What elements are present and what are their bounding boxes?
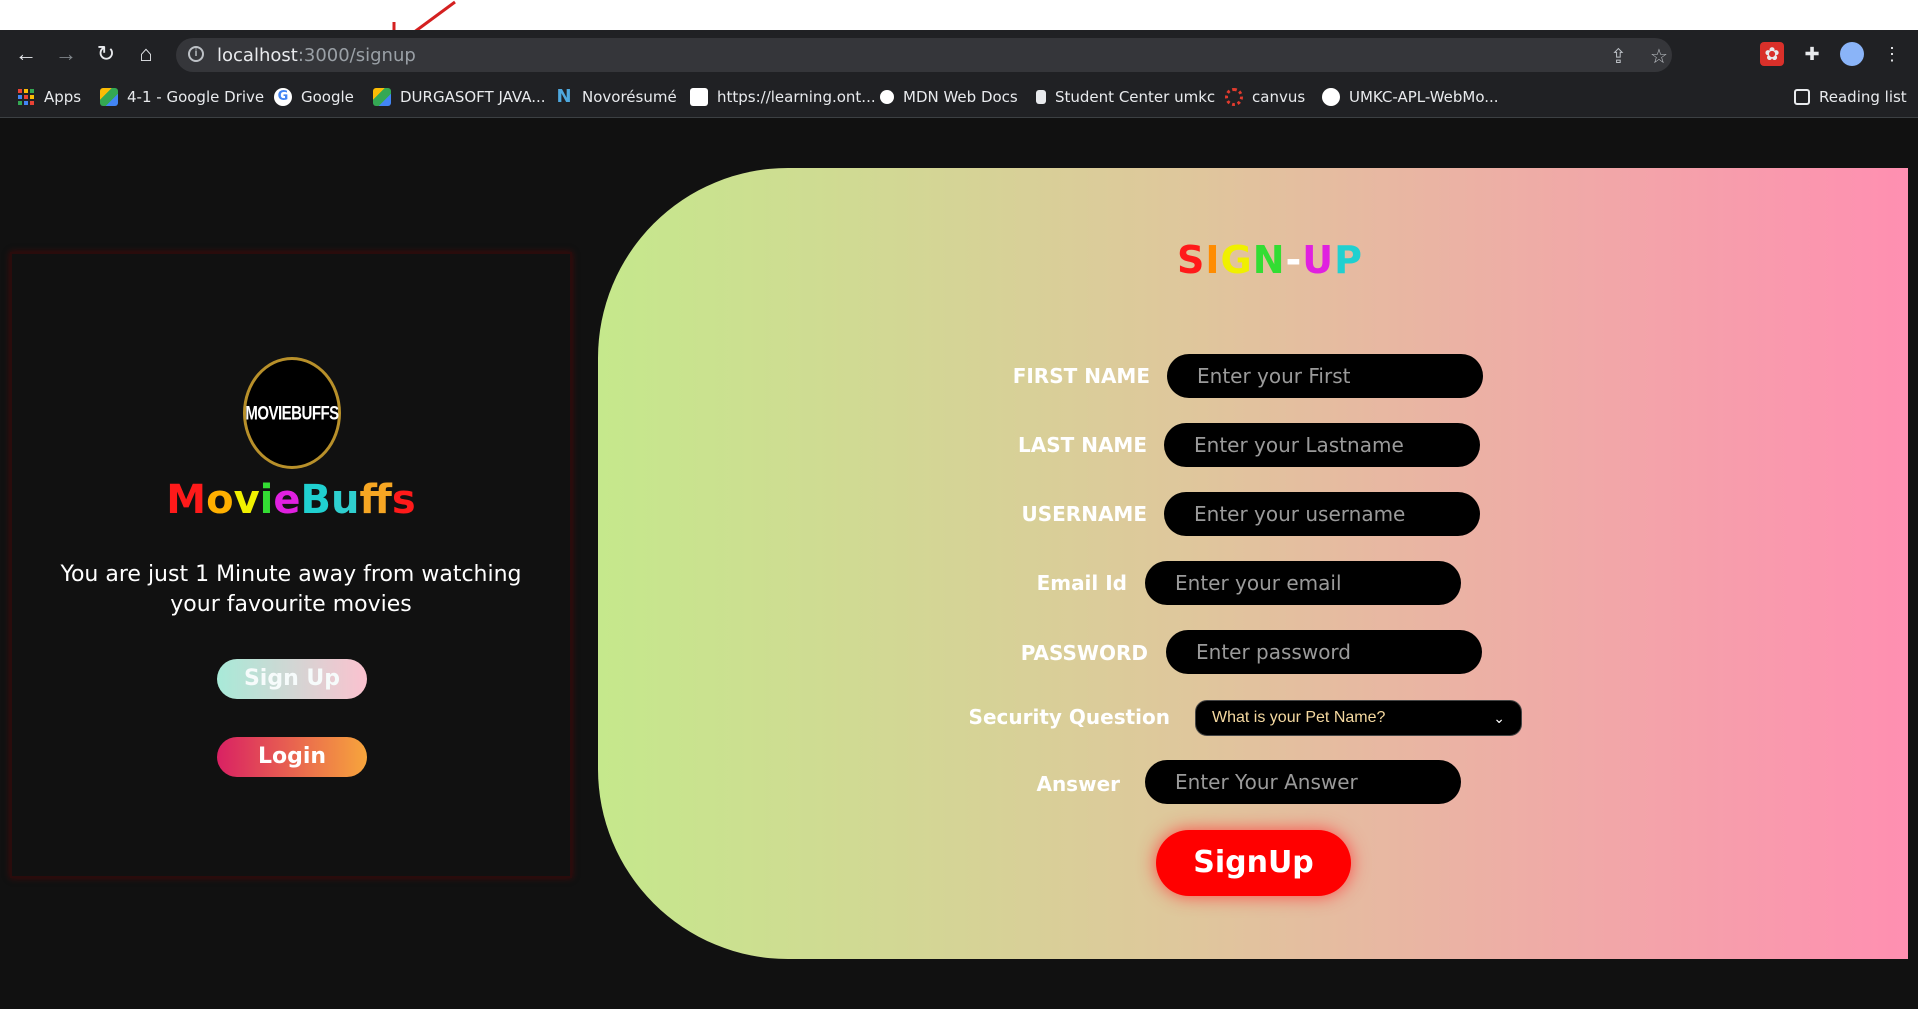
first-name-input[interactable]	[1167, 354, 1483, 398]
back-icon[interactable]: ←	[12, 40, 40, 68]
reading-list[interactable]: Reading list	[1794, 87, 1907, 107]
moviebuffs-logo: MOVIEBUFFS	[243, 357, 341, 469]
drive-icon	[100, 88, 118, 106]
username-label: USERNAME	[1021, 502, 1148, 526]
answer-input[interactable]	[1145, 760, 1461, 804]
profile-avatar[interactable]	[1840, 42, 1864, 66]
drive-icon	[373, 88, 391, 106]
email-input[interactable]	[1145, 561, 1461, 605]
bookmark-star-icon[interactable]: ☆	[1650, 44, 1668, 69]
bookmark-learning[interactable]: https://learning.ont...	[690, 87, 876, 107]
brand-title: MovieBuffs	[0, 477, 582, 523]
signup-submit-button[interactable]: SignUp	[1156, 830, 1351, 896]
title-letter: P	[1334, 238, 1364, 282]
novoresume-icon: N	[556, 86, 572, 107]
signup-nav-button[interactable]: Sign Up	[217, 659, 367, 699]
bookmark-mdn[interactable]: MDN Web Docs	[880, 87, 1018, 107]
page-icon	[1036, 90, 1046, 104]
bookmark-durgasoft[interactable]: DURGASOFT JAVA...	[373, 87, 546, 107]
brand-letter: u	[331, 477, 360, 523]
security-question-label: Security Question	[968, 705, 1170, 729]
extensions-puzzle-icon[interactable]: ✚	[1800, 42, 1824, 66]
brand-letter: B	[300, 477, 332, 523]
address-bar[interactable]: i localhost:3000/signup ⇪ ☆	[176, 38, 1672, 72]
extension-icon[interactable]: ✿	[1760, 42, 1784, 66]
bookmark-novoresume[interactable]: N Novorésumé	[555, 86, 676, 107]
security-question-select[interactable]: What is your Pet Name? ⌄	[1195, 700, 1522, 736]
bookmark-apps[interactable]: Apps	[18, 87, 81, 107]
google-icon: G	[274, 88, 292, 106]
bookmark-student-center[interactable]: Student Center umkc	[1036, 87, 1215, 107]
annotation-strip	[0, 0, 1918, 30]
password-label: PASSWORD	[1020, 641, 1148, 665]
reload-icon[interactable]: ↻	[92, 40, 120, 68]
bookmark-github[interactable]: UMKC-APL-WebMo...	[1322, 87, 1499, 107]
brand-letter: M	[166, 477, 207, 523]
login-nav-button[interactable]: Login	[217, 737, 367, 777]
forward-icon[interactable]: →	[52, 40, 80, 68]
share-icon[interactable]: ⇪	[1610, 44, 1627, 69]
brand-letter: e	[273, 477, 301, 523]
last-name-label: LAST NAME	[1017, 433, 1147, 457]
brand-letter: o	[206, 477, 234, 523]
username-input[interactable]	[1164, 492, 1480, 536]
last-name-input[interactable]	[1164, 423, 1480, 467]
title-letter: U	[1302, 238, 1335, 282]
brand-letter: s	[391, 477, 416, 523]
title-letter: I	[1205, 238, 1221, 282]
bookmark-canvus[interactable]: canvus	[1225, 87, 1305, 107]
bookmark-google-drive[interactable]: 4-1 - Google Drive	[100, 87, 264, 107]
brand-letter: i	[259, 477, 274, 523]
canvas-icon	[1225, 88, 1243, 106]
title-letter: G	[1220, 238, 1253, 282]
title-letter: N	[1252, 238, 1286, 282]
tagline: You are just 1 Minute away from watching…	[60, 562, 522, 617]
password-input[interactable]	[1166, 630, 1482, 674]
brand-letter: v	[233, 477, 260, 523]
title-letter: S	[1176, 238, 1206, 282]
url-text[interactable]: localhost:3000/signup	[217, 45, 416, 66]
title-letter: -	[1285, 238, 1303, 282]
learning-icon	[690, 88, 708, 106]
chevron-down-icon: ⌄	[1493, 709, 1505, 726]
bookmark-google[interactable]: G Google	[274, 87, 354, 107]
answer-label: Answer	[1036, 772, 1120, 796]
menu-icon[interactable]: ⋮	[1880, 42, 1904, 66]
brand-letter: f	[359, 477, 392, 523]
home-icon[interactable]: ⌂	[132, 40, 160, 68]
mdn-icon	[880, 90, 894, 104]
apps-icon	[18, 89, 34, 105]
github-icon	[1322, 88, 1340, 106]
reading-list-icon	[1794, 89, 1810, 105]
first-name-label: FIRST NAME	[1012, 364, 1150, 388]
bookmarks-bar: Apps 4-1 - Google Drive G Google DURGASO…	[0, 77, 1918, 118]
signup-title: SIGN-UP	[1070, 238, 1470, 282]
site-info-icon[interactable]: i	[188, 46, 204, 62]
email-label: Email Id	[1036, 571, 1127, 595]
